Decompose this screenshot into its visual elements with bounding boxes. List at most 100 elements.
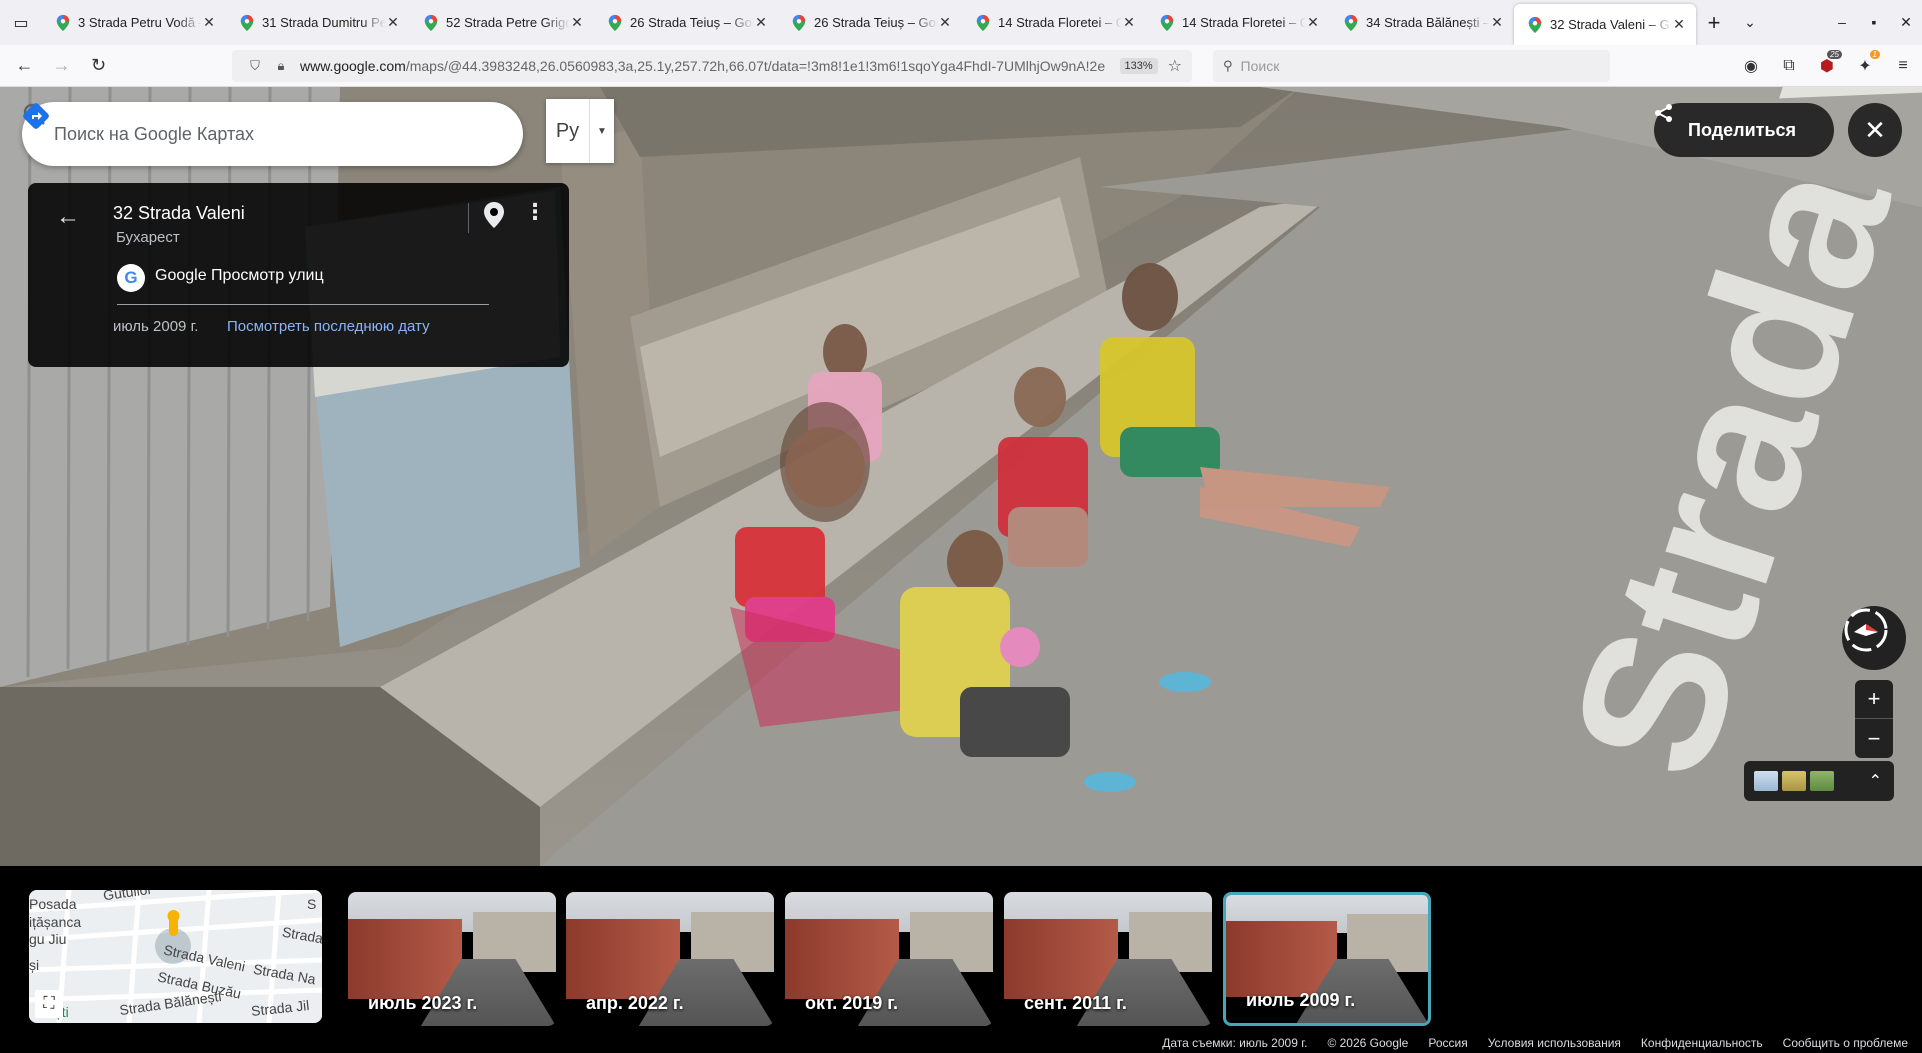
maps-footer: Дата съемки: июль 2009 г. © 2026 Google … [0,1033,1922,1053]
privacy-link[interactable]: Конфиденциальность [1641,1036,1763,1050]
maps-pin-icon [1160,14,1174,31]
tab-title: 26 Strada Teiuș – Goo [814,15,938,30]
browser-tab[interactable]: 52 Strada Petre Grigo ✕ [410,0,594,45]
browser-tab[interactable]: 26 Strada Teiuș – Goo ✕ [778,0,962,45]
compass-icon[interactable] [1842,606,1906,670]
ublock-icon[interactable]: ⬢ 25 [1808,50,1846,76]
maps-search-input[interactable]: Поиск на Google Картах [54,124,399,145]
tab-close-icon[interactable]: ✕ [1122,14,1136,31]
bookmark-star-icon[interactable]: ☆ [1168,56,1182,76]
tab-close-icon[interactable]: ✕ [570,14,584,31]
browser-tab[interactable]: 14 Strada Floretei – G ✕ [1146,0,1330,45]
map-label: gu Jiu [29,931,67,947]
tab-close-icon[interactable]: ✕ [938,14,952,31]
tab-strip: 3 Strada Petru Vodă – ✕ 31 Strada Dumitru … [42,0,1696,45]
back-arrow-icon[interactable]: ← [56,203,80,231]
capture-date-footer: Дата съемки: июль 2009 г. [1162,1036,1308,1050]
close-street-view-button[interactable]: ✕ [1848,103,1902,157]
layer-thumb[interactable] [1754,771,1778,791]
map-label: ițășanca [29,914,82,930]
browser-tab[interactable]: 26 Strada Teiuș – Goo ✕ [594,0,778,45]
tab-close-icon[interactable]: ✕ [754,14,768,31]
ublock-badge: 25 [1827,50,1842,59]
list-all-tabs-icon[interactable]: ⌄ [1732,14,1768,31]
tab-close-icon[interactable]: ✕ [1306,14,1320,31]
maps-pin-icon [1344,14,1358,31]
timeline-frame[interactable]: апр. 2022 г. [566,892,774,1026]
mini-map[interactable]: Posada ițășanca gu Jiu și Strada Valeni … [29,890,322,1023]
zoom-level[interactable]: 133% [1119,58,1158,74]
location-info-card: ← 32 Strada Valeni Бухарест ⋮ G Google П… [28,183,569,367]
browser-tab[interactable]: 31 Strada Dumitru Pe ✕ [226,0,410,45]
street-view-panorama[interactable]: Strada Valeni Поиск на G [0,87,1922,866]
share-button[interactable]: Поделиться [1654,103,1834,157]
tab-title: 32 Strada Valeni – Goo [1550,17,1672,32]
tab-title: 14 Strada Floretei – G [998,15,1122,30]
more-options-icon[interactable]: ⋮ [524,199,546,225]
search-engine-icon: ⚲ [1223,58,1233,73]
frame-date: сент. 2011 г. [1024,993,1127,1013]
expand-map-icon[interactable]: ⛶ [35,990,63,1018]
browser-tab[interactable]: 14 Strada Floretei – G ✕ [962,0,1146,45]
frame-date: апр. 2022 г. [586,993,684,1013]
country-link[interactable]: Россия [1428,1036,1467,1050]
browser-tab[interactable]: 32 Strada Valeni – Goo ✕ [1514,4,1696,45]
tab-title: 31 Strada Dumitru Pe [262,15,386,30]
window-controls: – ▪ ✕ [1826,14,1922,31]
frame-date: июль 2023 г. [368,993,478,1013]
divider [117,304,489,305]
reload-icon[interactable]: ↻ [80,50,117,82]
maps-pin-icon [1528,16,1542,33]
language-dropdown[interactable]: Ру ▼ [546,99,614,163]
zoom-in-icon[interactable]: + [1855,680,1893,719]
window-close-icon[interactable]: ✕ [1890,14,1922,31]
maps-pin-icon [976,14,990,31]
new-tab-button[interactable]: + [1696,10,1732,36]
extensions-icon[interactable]: ⧉ [1770,57,1808,75]
zoom-control: + − [1855,680,1893,758]
place-title: 32 Strada Valeni [113,203,245,223]
map-label: S [307,896,317,912]
forward-icon[interactable]: → [43,50,80,82]
divider [468,203,469,233]
chevron-up-icon[interactable]: ⌃ [1869,771,1882,791]
tab-close-icon[interactable]: ✕ [202,14,216,31]
browser-tab[interactable]: 34 Strada Bălănești – ✕ [1330,0,1514,45]
tab-title: 14 Strada Floretei – G [1182,15,1306,30]
chevron-down-icon[interactable]: ▼ [590,99,614,163]
terms-link[interactable]: Условия использования [1488,1036,1621,1050]
minimize-icon[interactable]: – [1826,14,1858,31]
extension-icon[interactable]: ✦ 1 [1846,50,1884,76]
timeline-frame[interactable]: сент. 2011 г. [1004,892,1212,1026]
browser-search-field[interactable]: ⚲ Поиск [1213,50,1610,82]
tab-close-icon[interactable]: ✕ [1490,14,1504,31]
maps-search-box[interactable]: Поиск на Google Картах [22,102,523,166]
zoom-out-icon[interactable]: − [1855,719,1893,758]
url-text[interactable]: www.google.com/maps/@44.3983248,26.05609… [300,58,1120,74]
tab-close-icon[interactable]: ✕ [1672,16,1686,33]
tab-list-icon[interactable]: ▭ [0,0,42,45]
tab-bar: ▭ 3 Strada Petru Vodă – ✕ 31 Strada Dumitr… [0,0,1922,45]
lock-icon[interactable]: 🔒︎ [268,58,294,74]
account-icon[interactable]: ◉ [1732,56,1770,76]
layers-preview[interactable]: ⌃ [1744,761,1894,801]
url-host: www.google.com [300,58,406,74]
maximize-icon[interactable]: ▪ [1858,14,1890,31]
menu-icon[interactable]: ≡ [1884,57,1922,75]
timeline-frame[interactable]: окт. 2019 г. [785,892,993,1026]
shield-icon[interactable]: ⛉ [242,58,268,74]
see-latest-date-link[interactable]: Посмотреть последнюю дату [227,318,430,335]
timeline-frame[interactable]: июль 2009 г. [1223,892,1431,1026]
tab-title: 34 Strada Bălănești – [1366,15,1490,30]
tab-close-icon[interactable]: ✕ [386,14,400,31]
tab-title: 3 Strada Petru Vodă – [78,15,202,30]
back-icon[interactable]: ← [6,50,43,82]
layer-thumb[interactable] [1782,771,1806,791]
url-bar[interactable]: ⛉ 🔒︎ www.google.com/maps/@44.3983248,26.… [232,50,1192,82]
language-label[interactable]: Ру [546,99,590,163]
timeline-frame[interactable]: июль 2023 г. [348,892,556,1026]
maps-pin-icon [608,14,622,31]
layer-thumb[interactable] [1810,771,1834,791]
report-problem-link[interactable]: Сообщить о проблеме [1783,1036,1908,1050]
browser-tab[interactable]: 3 Strada Petru Vodă – ✕ [42,0,226,45]
